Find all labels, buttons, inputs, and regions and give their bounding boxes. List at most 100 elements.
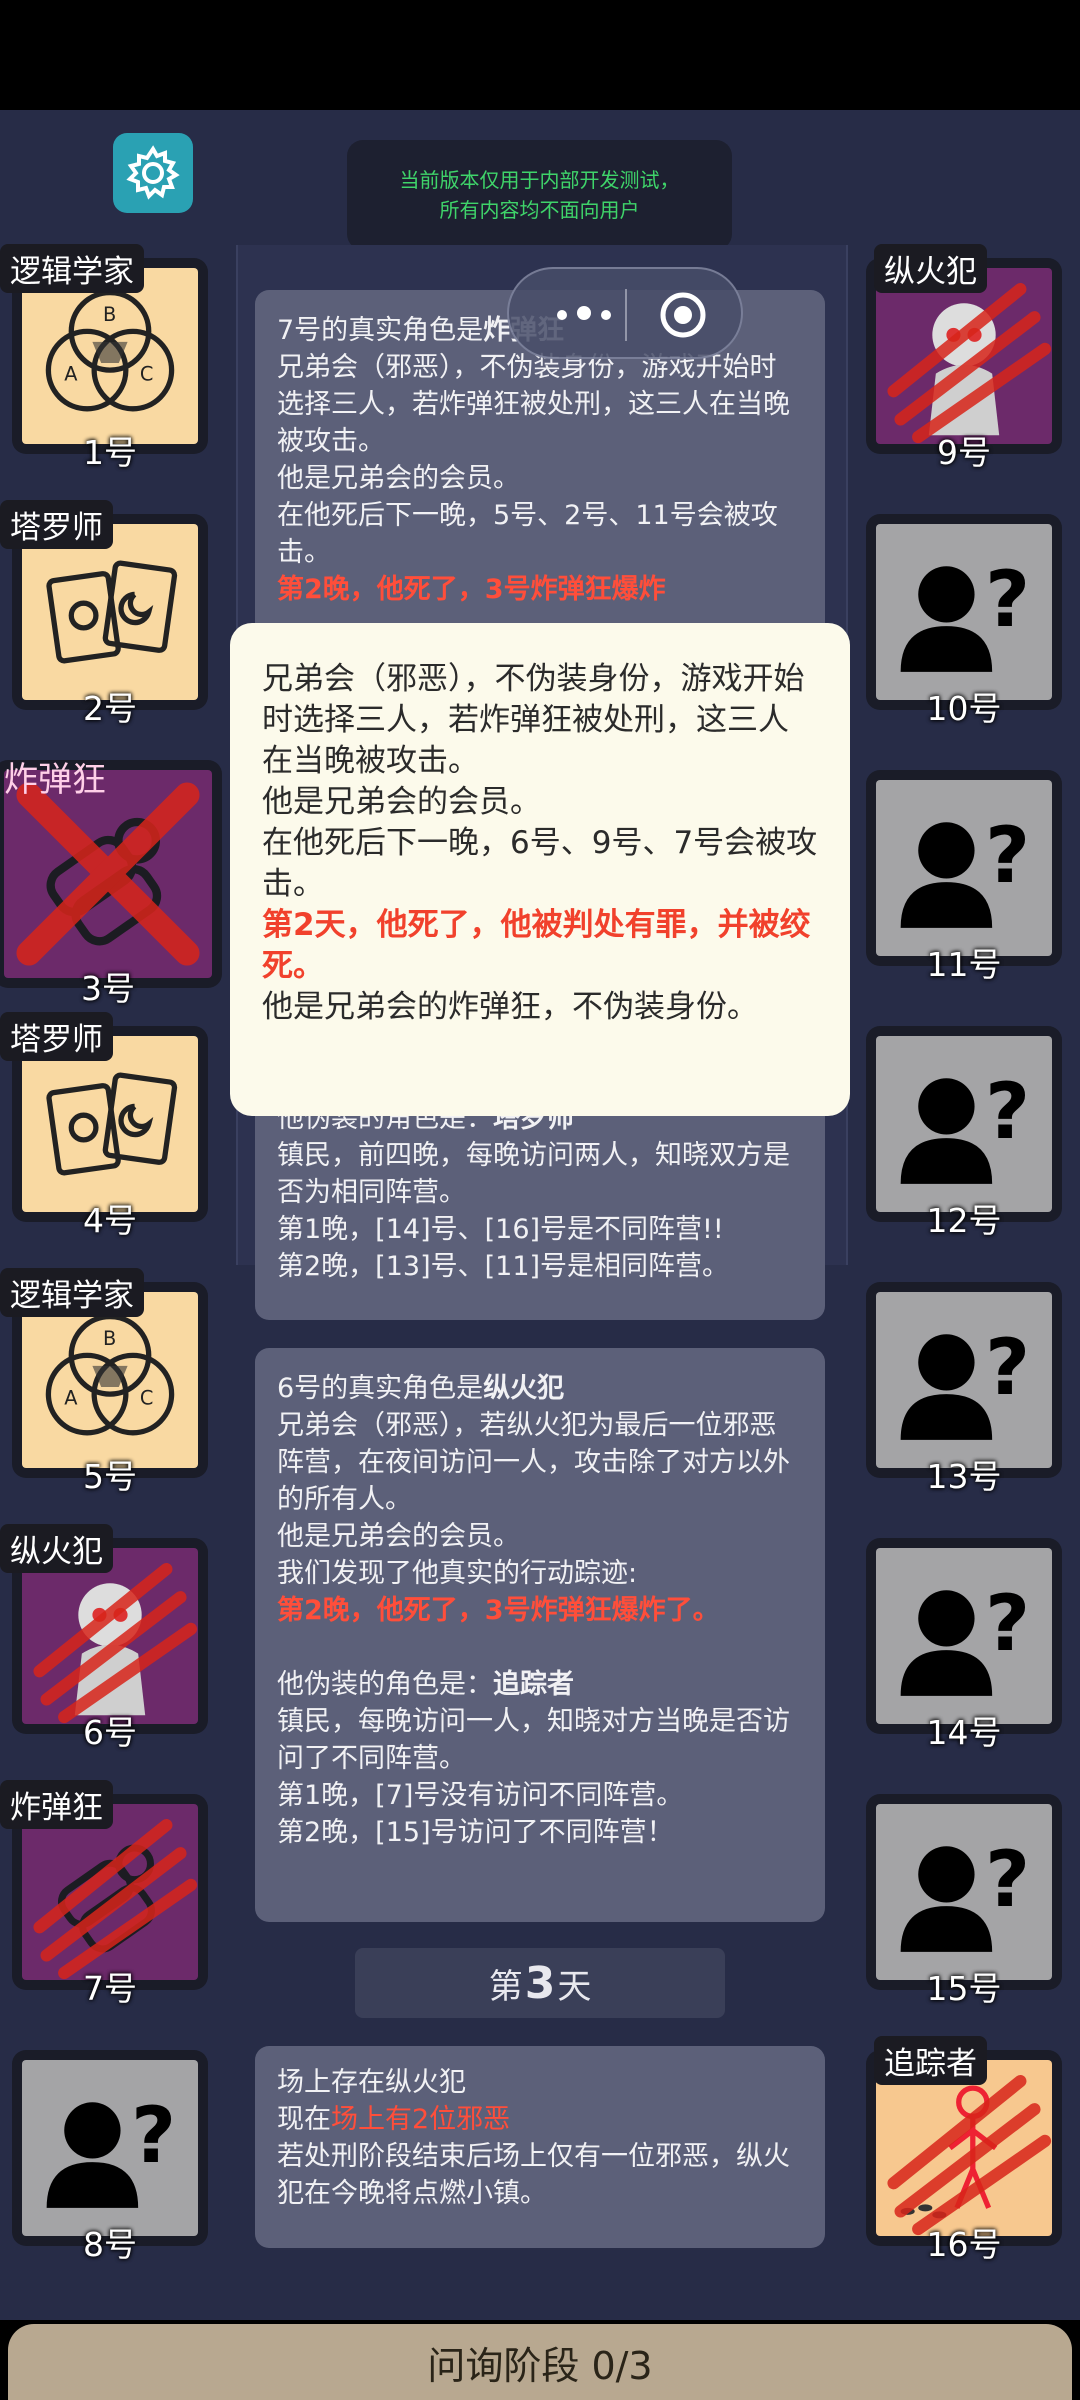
role-tag: 逻辑学家 bbox=[0, 1268, 144, 1317]
card-line: 场上存在纵火犯 bbox=[277, 2067, 466, 2098]
unknown-player-icon: ? bbox=[876, 1036, 1052, 1212]
phase-button[interactable]: 问询阶段 0/3 bbox=[8, 2324, 1072, 2400]
player-portrait: ? bbox=[866, 1794, 1062, 1990]
card-found: 我们发现了他真实的行动踪迹: bbox=[277, 1558, 638, 1589]
player-portrait: ? bbox=[866, 1282, 1062, 1478]
svg-text:?: ? bbox=[985, 1579, 1030, 1669]
card-desc: 兄弟会（邪恶），不伪装身份，游戏开始时选择三人，若炸弹狂被处刑，这三人在当晚被攻… bbox=[277, 352, 790, 457]
status-bar bbox=[0, 0, 1080, 110]
role-tag: 追踪者 bbox=[874, 2036, 987, 2085]
card-desc: 镇民，每晚访问一人，知晓对方当晚是否访问了不同阵营。 bbox=[277, 1706, 790, 1774]
player-number: 3号 bbox=[81, 969, 135, 1008]
player-number: 15号 bbox=[926, 1969, 1002, 2008]
logician-icon: B A C bbox=[22, 1292, 198, 1468]
player-portrait: ? bbox=[866, 1026, 1062, 1222]
card-title: 7号的真实角色是 bbox=[277, 315, 484, 346]
player-number: 10号 bbox=[926, 689, 1002, 728]
dev-notice: 当前版本仅用于内部开发测试， 所有内容均不面向用户 bbox=[347, 140, 732, 250]
evil-count: 场上有2位邪恶 bbox=[331, 2104, 511, 2135]
svg-text:A: A bbox=[64, 1387, 78, 1410]
svg-text:B: B bbox=[103, 303, 116, 326]
notice-line: 所有内容均不面向用户 bbox=[439, 198, 640, 222]
tooltip-after: 在他死后下一晚，6号、9号、7号会被攻击。 bbox=[262, 825, 818, 902]
card-line: 若处刑阶段结束后场上仅有一位邪恶，纵火犯在今晚将点燃小镇。 bbox=[277, 2141, 790, 2209]
player-number: 6号 bbox=[83, 1713, 137, 1752]
unknown-player-icon: ? bbox=[876, 780, 1052, 956]
player-number: 16号 bbox=[926, 2225, 1002, 2264]
svg-text:B: B bbox=[103, 1327, 116, 1350]
player-number: 13号 bbox=[926, 1457, 1002, 1496]
mini-program-capsule bbox=[507, 267, 743, 359]
svg-text:?: ? bbox=[985, 555, 1030, 645]
player-portrait: ? bbox=[866, 770, 1062, 966]
bomber-icon bbox=[22, 1804, 198, 1980]
settings-button[interactable] bbox=[113, 133, 193, 213]
arsonist-icon bbox=[22, 1548, 198, 1724]
log-card: 场上存在纵火犯 现在场上有2位邪恶 若处刑阶段结束后场上仅有一位邪恶，纵火犯在今… bbox=[255, 2046, 825, 2248]
svg-text:?: ? bbox=[985, 1323, 1030, 1413]
card-death: 第2晚，他死了，3号炸弹狂爆炸 bbox=[277, 574, 666, 605]
player-number: 2号 bbox=[83, 689, 137, 728]
svg-text:?: ? bbox=[985, 1067, 1030, 1157]
player-portrait: ? bbox=[866, 1538, 1062, 1734]
role-tag: 炸弹狂 bbox=[4, 760, 106, 800]
svg-text:C: C bbox=[140, 1387, 154, 1410]
card-death: 第2晚，他死了，3号炸弹狂爆炸了。 bbox=[277, 1595, 720, 1626]
notice-line: 当前版本仅用于内部开发测试， bbox=[399, 168, 680, 192]
card-member: 他是兄弟会的会员。 bbox=[277, 463, 520, 494]
phase-bar: 问询阶段 0/3 bbox=[0, 2320, 1080, 2400]
player-number: 7号 bbox=[83, 1969, 137, 2008]
unknown-player-icon: ? bbox=[876, 524, 1052, 700]
player-number: 1号 bbox=[83, 433, 137, 472]
player-number: 4号 bbox=[83, 1201, 137, 1240]
logician-icon: B A C bbox=[22, 268, 198, 444]
card-role: 纵火犯 bbox=[483, 1373, 565, 1404]
day-number: 3 bbox=[524, 1957, 556, 2009]
card-night: 第2晚，[15]号访问了不同阵营！ bbox=[277, 1817, 674, 1848]
svg-text:?: ? bbox=[131, 2091, 176, 2181]
card-night: 第1晚，[7]号没有访问不同阵营。 bbox=[277, 1780, 684, 1811]
unknown-player-icon: ? bbox=[22, 2060, 198, 2236]
log-card: 6号的真实角色是纵火犯 兄弟会（邪恶），若纵火犯为最后一位邪恶阵营，在夜间访问一… bbox=[255, 1348, 825, 1922]
tooltip-desc: 兄弟会（邪恶），不伪装身份，游戏开始时选择三人，若炸弹狂被处刑，这三人在当晚被攻… bbox=[262, 661, 805, 779]
tooltip-note: 他是兄弟会的炸弹狂，不伪装身份。 bbox=[262, 989, 758, 1025]
close-target-icon[interactable] bbox=[659, 291, 707, 339]
more-icon[interactable] bbox=[544, 293, 624, 333]
player-portrait: ? bbox=[866, 514, 1062, 710]
role-tag: 塔罗师 bbox=[0, 500, 113, 549]
card-desc: 镇民，前四晚，每晚访问两人，知晓双方是否为相同阵营。 bbox=[277, 1140, 790, 1208]
arsonist-icon bbox=[876, 268, 1052, 444]
player-number: 14号 bbox=[926, 1713, 1002, 1752]
card-line: 现在 bbox=[277, 2104, 331, 2135]
player-number: 12号 bbox=[926, 1201, 1002, 1240]
day-suffix: 天 bbox=[557, 1966, 592, 2007]
unknown-player-icon: ? bbox=[876, 1292, 1052, 1468]
player-number: 9号 bbox=[937, 433, 991, 472]
tracker-icon bbox=[876, 2060, 1052, 2236]
unknown-player-icon: ? bbox=[876, 1548, 1052, 1724]
role-tag: 纵火犯 bbox=[0, 1524, 113, 1573]
day-prefix: 第 bbox=[488, 1966, 523, 2007]
tarot-reader-icon bbox=[22, 524, 198, 700]
card-fake-label: 他伪装的角色是： bbox=[277, 1669, 493, 1700]
phase-label: 问询阶段 0/3 bbox=[427, 2343, 653, 2388]
card-title: 6号的真实角色是 bbox=[277, 1373, 484, 1404]
role-tag: 炸弹狂 bbox=[0, 1780, 113, 1829]
role-tag: 纵火犯 bbox=[874, 244, 987, 293]
role-tag: 逻辑学家 bbox=[0, 244, 144, 293]
card-member: 他是兄弟会的会员。 bbox=[277, 1521, 520, 1552]
tarot-reader-icon bbox=[22, 1036, 198, 1212]
svg-text:?: ? bbox=[985, 1835, 1030, 1925]
player-number: 8号 bbox=[83, 2225, 137, 2264]
card-night: 第2晚，[13]号、[11]号是相同阵营。 bbox=[277, 1251, 730, 1282]
capsule-divider bbox=[625, 289, 627, 341]
card-after: 在他死后下一晚，5号、2号、11号会被攻击。 bbox=[277, 500, 778, 568]
card-night: 第1晚，[14]号、[16]号是不同阵营!! bbox=[277, 1214, 724, 1245]
player-number: 11号 bbox=[926, 945, 1002, 984]
player-portrait: ? bbox=[12, 2050, 208, 2246]
svg-text:?: ? bbox=[985, 811, 1030, 901]
svg-text:C: C bbox=[140, 363, 154, 386]
svg-text:A: A bbox=[64, 363, 78, 386]
tooltip-death: 第2天，他死了，他被判处有罪，并被绞死。 bbox=[262, 907, 811, 984]
day-header: 第3天 bbox=[355, 1948, 725, 2018]
